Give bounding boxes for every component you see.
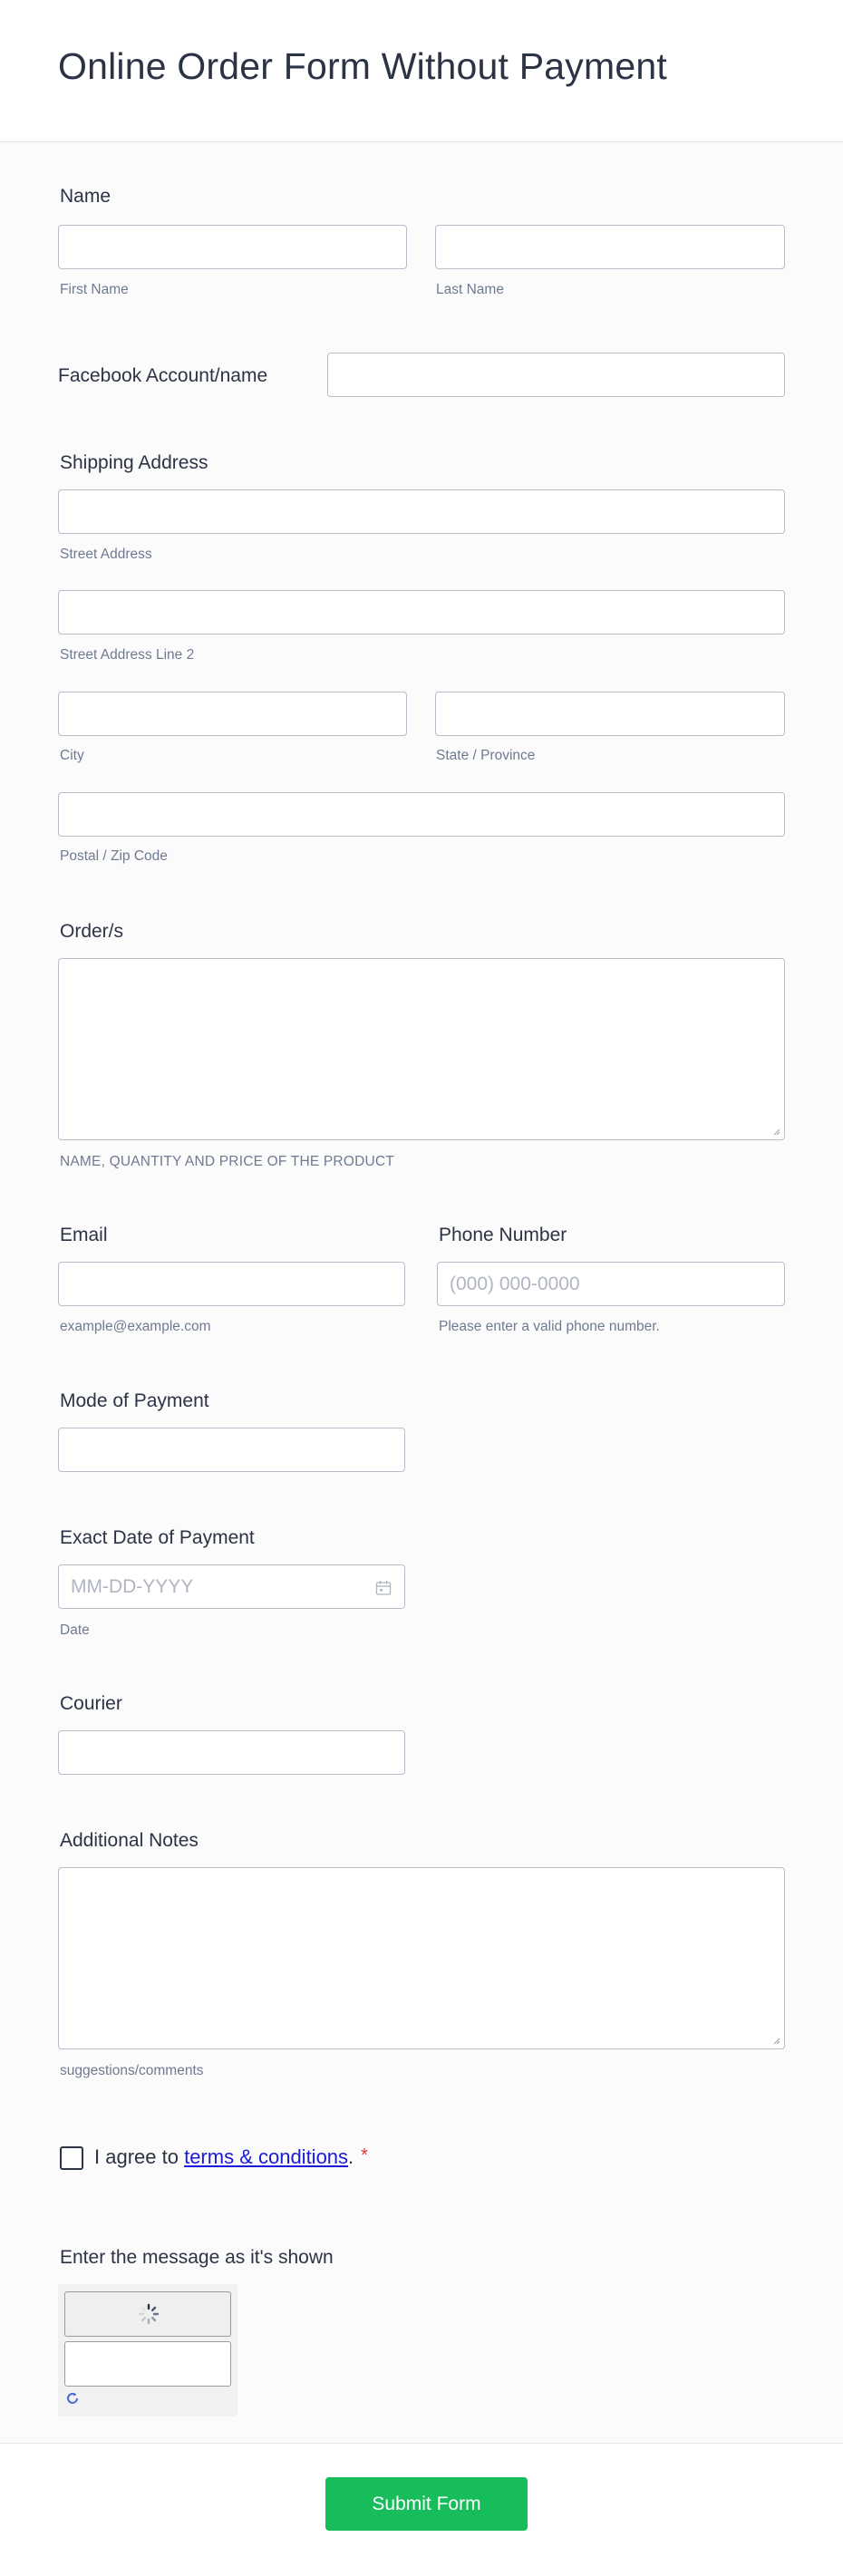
payment-mode-label: Mode of Payment: [60, 1390, 209, 1411]
phone-input[interactable]: (000) 000-0000: [437, 1262, 785, 1306]
orders-label: Order/s: [60, 921, 124, 942]
state-input[interactable]: [435, 692, 785, 736]
phone-sublabel: Please enter a valid phone number.: [439, 1319, 660, 1334]
first-name-input[interactable]: [58, 225, 407, 269]
resize-handle-icon[interactable]: [771, 1127, 780, 1136]
payment-date-input[interactable]: MM-DD-YYYY: [58, 1564, 405, 1609]
facebook-label: Facebook Account/name: [58, 365, 268, 386]
first-name-sublabel: First Name: [60, 282, 129, 297]
captcha-input[interactable]: [64, 2341, 231, 2387]
captcha-label: Enter the message as it's shown: [60, 2247, 334, 2268]
email-label: Email: [60, 1225, 108, 1245]
notes-sublabel: suggestions/comments: [60, 2063, 204, 2078]
payment-date-placeholder: MM-DD-YYYY: [71, 1576, 194, 1597]
phone-label: Phone Number: [439, 1225, 567, 1245]
payment-mode-input[interactable]: [58, 1428, 405, 1472]
email-sublabel: example@example.com: [60, 1319, 211, 1334]
last-name-sublabel: Last Name: [436, 282, 504, 297]
refresh-icon[interactable]: [65, 2391, 80, 2406]
street-address-input[interactable]: [58, 489, 785, 534]
courier-input[interactable]: [58, 1730, 405, 1775]
last-name-input[interactable]: [435, 225, 785, 269]
submit-button[interactable]: Submit Form: [325, 2477, 528, 2531]
required-asterisk: *: [361, 2145, 368, 2165]
street-address-sublabel: Street Address: [60, 547, 152, 562]
orders-textarea[interactable]: [58, 958, 785, 1140]
city-sublabel: City: [60, 748, 84, 763]
shipping-address-label: Shipping Address: [60, 452, 208, 473]
terms-suffix: .: [348, 2145, 354, 2168]
email-input[interactable]: [58, 1262, 405, 1306]
terms-prefix: I agree to: [94, 2145, 185, 2168]
payment-date-label: Exact Date of Payment: [60, 1527, 255, 1548]
facebook-input[interactable]: [327, 353, 785, 397]
name-label: Name: [60, 186, 111, 207]
courier-label: Courier: [60, 1693, 122, 1714]
captcha-image: [64, 2291, 231, 2337]
resize-handle-icon[interactable]: [771, 2036, 780, 2045]
loading-spinner-icon: [138, 2303, 160, 2325]
street-address-line2-sublabel: Street Address Line 2: [60, 647, 195, 663]
terms-checkbox[interactable]: [60, 2146, 83, 2170]
notes-textarea[interactable]: [58, 1867, 785, 2049]
state-sublabel: State / Province: [436, 748, 536, 763]
form-title: Online Order Form Without Payment: [58, 45, 667, 87]
calendar-icon[interactable]: [375, 1580, 392, 1596]
payment-date-sublabel: Date: [60, 1622, 90, 1638]
orders-sublabel: NAME, QUANTITY AND PRICE OF THE PRODUCT: [60, 1154, 394, 1169]
postal-code-input[interactable]: [58, 792, 785, 837]
notes-label: Additional Notes: [60, 1830, 199, 1851]
street-address-line2-input[interactable]: [58, 590, 785, 634]
terms-text: I agree to terms & conditions. *: [94, 2145, 368, 2169]
terms-link[interactable]: terms & conditions: [184, 2145, 348, 2168]
phone-placeholder: (000) 000-0000: [450, 1273, 580, 1294]
city-input[interactable]: [58, 692, 407, 736]
postal-code-sublabel: Postal / Zip Code: [60, 848, 168, 864]
